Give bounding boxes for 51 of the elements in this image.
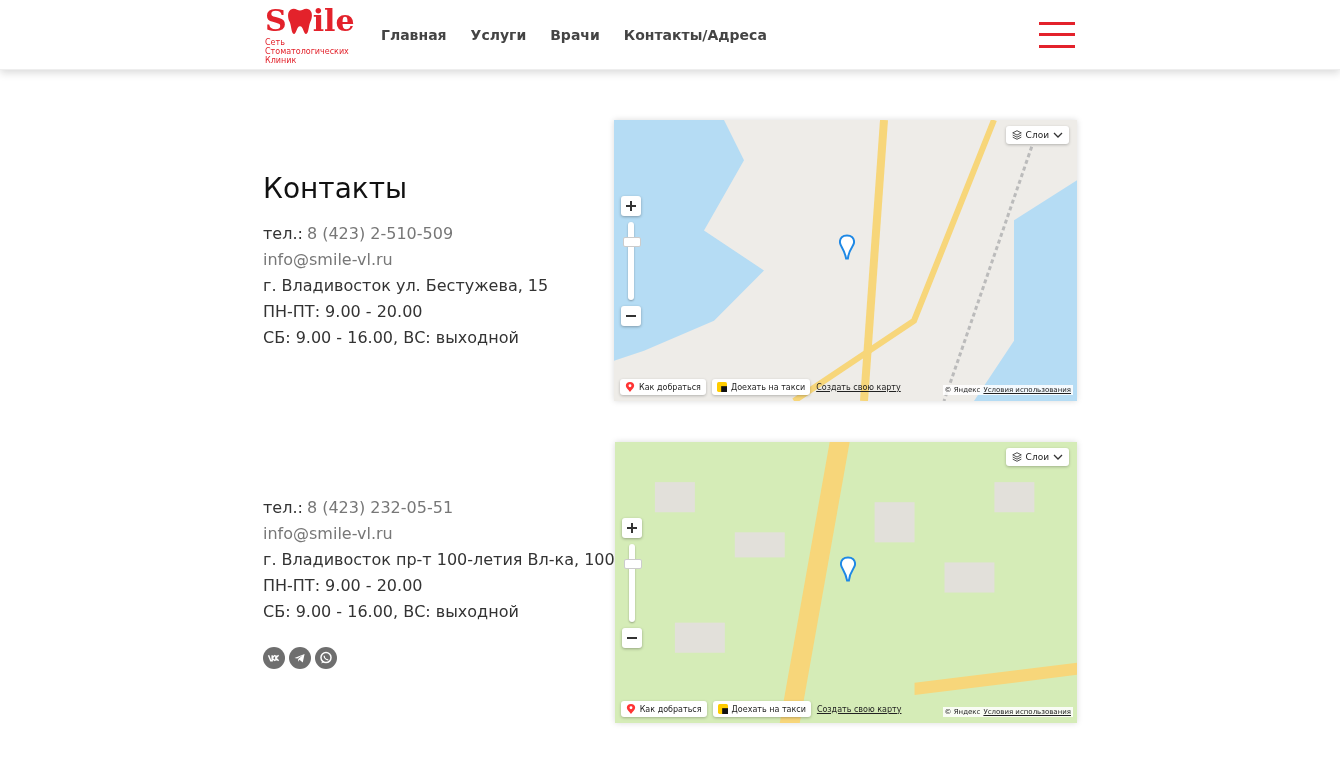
create-map-link[interactable]: Создать свою карту [816,704,902,714]
phone-link[interactable]: 8 (423) 2-510-509 [306,224,454,243]
email-link[interactable]: info@smile-vl.ru [263,523,393,543]
layers-icon [1011,452,1022,462]
taxi-button[interactable]: Доехать на такси [711,379,811,395]
chevron-down-icon [1053,130,1063,140]
chevron-down-icon [1053,452,1063,462]
hours-text: СБ: 9.00 - 16.00, ВС: выходной [263,327,520,349]
vk-icon[interactable] [263,646,285,669]
zoom-in-button[interactable] [621,196,641,216]
address-text: г. Владивосток ул. Бестужева, 15 [263,275,549,297]
logo-letters[interactable]: ile [312,6,355,37]
taxi-icon [716,382,727,392]
nav-link[interactable]: Главная [381,26,447,43]
location-pin-icon [625,382,635,392]
route-button[interactable]: Как добраться [620,379,706,395]
location-pin-icon [625,704,636,714]
menu-icon[interactable] [1039,21,1075,48]
create-map-link[interactable]: Создать свою карту [816,382,901,392]
email-link[interactable]: info@smile-vl.ru [263,250,393,269]
zoom-in-button[interactable] [621,518,642,538]
hours-text: ПН-ПТ: 9.00 - 20.00 [263,301,424,323]
zoom-out-button[interactable] [621,306,641,326]
nav-link[interactable]: Контакты/Адреса [623,26,767,43]
map-pin-icon [839,556,856,582]
nav-link[interactable]: Услуги [470,26,527,43]
hours-text: ПН-ПТ: 9.00 - 20.00 [263,574,424,597]
plus-icon [625,200,637,212]
layers-button[interactable]: Слои [1005,126,1069,144]
telegram-icon[interactable] [289,646,311,669]
tooth-icon [286,7,313,36]
zoom-out-button[interactable] [621,628,642,648]
logo-tagline: Сеть Стоматологических Клиник [265,39,350,66]
map-pin-icon [839,234,855,260]
layers-button[interactable]: Слои [1005,448,1069,466]
layers-icon [1011,130,1022,140]
plus-icon [625,522,638,534]
taxi-icon [717,704,728,714]
page-title: Контакты [263,172,409,205]
address-text: г. Владивосток пр-т 100-летия Вл-ка, 100 [263,548,615,571]
phone-label: тел.: [263,224,303,243]
phone-link[interactable]: 8 (423) 232-05-51 [306,497,454,517]
zoom-slider-thumb[interactable] [623,559,642,570]
route-button[interactable]: Как добраться [620,701,707,717]
taxi-button[interactable]: Доехать на такси [712,701,811,717]
zoom-slider-thumb[interactable] [623,237,641,248]
hours-text: СБ: 9.00 - 16.00, ВС: выходной [263,600,520,623]
logo-letter[interactable]: S [265,6,287,37]
phone-label: тел.: [263,497,303,517]
nav-link[interactable]: Врачи [550,26,600,43]
whatsapp-icon[interactable] [315,646,337,669]
